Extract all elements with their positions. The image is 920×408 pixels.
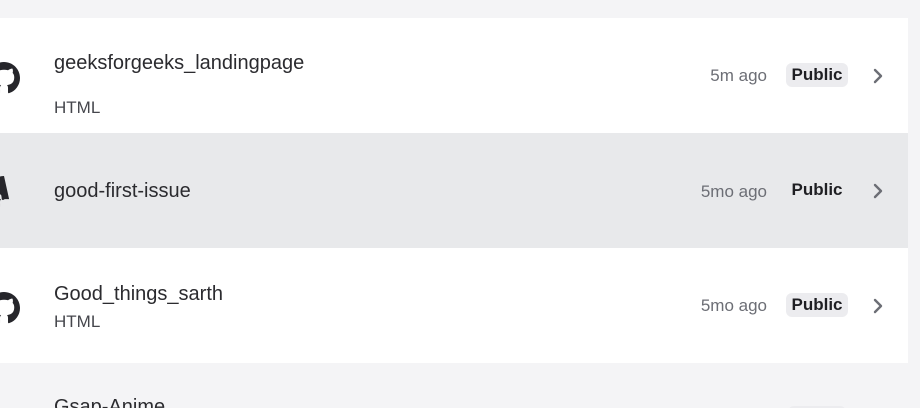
chevron-right-icon[interactable] — [871, 298, 885, 314]
visibility-badge: Public — [791, 180, 843, 199]
chevron-right-icon[interactable] — [871, 183, 885, 199]
repo-row[interactable]: Gsap-Anime — [0, 363, 908, 408]
repo-updated-time: 5mo ago — [700, 182, 767, 201]
github-icon — [0, 62, 22, 94]
repo-row[interactable]: good-first-issue 5mo ago Public — [0, 133, 908, 248]
github-icon — [0, 292, 22, 324]
repo-language: HTML — [54, 98, 101, 117]
repo-name[interactable]: Good_things_sarth — [54, 283, 223, 306]
repo-row[interactable]: geeksforgeeks_landingpage HTML 5m ago Pu… — [0, 18, 908, 133]
github-icon — [0, 176, 22, 208]
repo-name[interactable]: geeksforgeeks_landingpage — [54, 52, 304, 75]
repo-language: HTML — [54, 312, 101, 331]
repo-updated-time: 5m ago — [710, 66, 767, 85]
repo-updated-time: 5mo ago — [700, 296, 767, 315]
visibility-badge: Public — [786, 63, 848, 87]
repository-list: geeksforgeeks_landingpage HTML 5m ago Pu… — [0, 0, 908, 408]
repo-name[interactable]: good-first-issue — [54, 180, 191, 203]
repo-name[interactable]: Gsap-Anime — [54, 396, 165, 408]
chevron-right-icon[interactable] — [871, 68, 885, 84]
visibility-badge: Public — [786, 293, 848, 317]
repo-row[interactable]: Good_things_sarth HTML 5mo ago Public — [0, 248, 908, 363]
